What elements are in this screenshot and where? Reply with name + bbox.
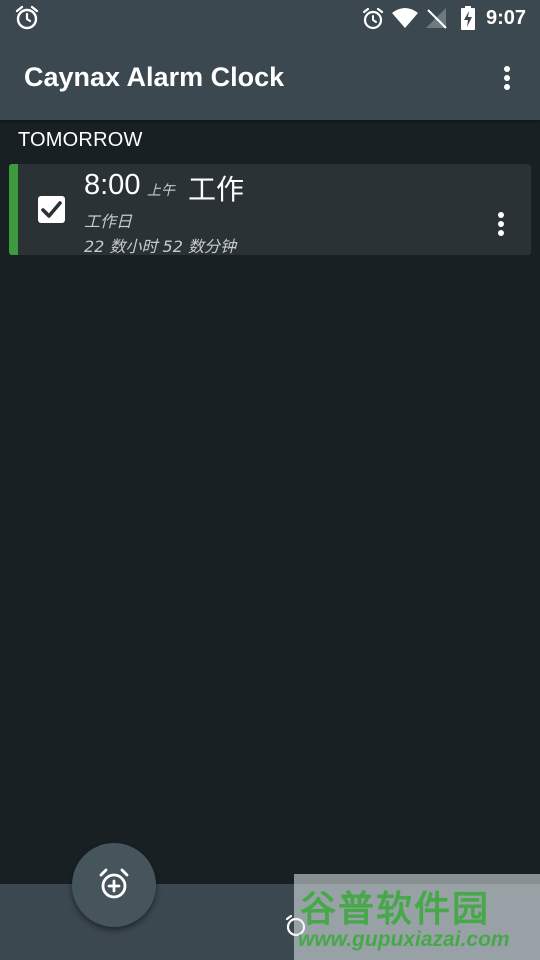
app-title: Caynax Alarm Clock [24,62,285,92]
alarm-card[interactable]: 8:00 上午 工作 工作日 22 数小时 52 数分钟 [9,164,531,256]
app-bar: Caynax Alarm Clock [0,36,540,120]
alarm-repeat-days: 工作日 [84,212,133,231]
overflow-menu-icon [504,66,510,72]
add-alarm-icon [99,868,129,899]
battery-charging-icon [460,6,476,34]
status-bar: 9:07 [0,0,540,36]
alarm-time: 8:00 [84,169,141,201]
watermark: 谷普软件园 www.gupuxiazai.com [294,874,540,960]
alarm-menu-button[interactable] [489,210,513,240]
alarm-ampm: 上午 [147,183,175,199]
no-signal-icon [426,7,448,33]
section-header: TOMORROW [18,129,143,151]
overflow-menu-icon-dot [504,84,510,90]
overflow-menu-button[interactable] [492,58,522,98]
overflow-menu-icon-dot [498,230,504,236]
alarm-enabled-indicator [9,164,18,255]
watermark-url: www.gupuxiazai.com [298,928,510,951]
overflow-menu-icon-dot [498,221,504,227]
alarm-icon [361,7,385,35]
status-time: 9:07 [486,7,527,29]
watermark-title: 谷普软件园 [300,889,491,930]
alarm-time-remaining: 22 数小时 52 数分钟 [84,237,236,256]
overflow-menu-icon [498,212,504,218]
alarm-label: 工作 [188,173,245,206]
add-alarm-button[interactable] [72,843,156,927]
alarm-icon [14,5,40,35]
check-icon [41,201,62,218]
wifi-icon [391,7,419,33]
overflow-menu-icon-dot [504,75,510,81]
alarm-enable-checkbox[interactable] [38,196,65,223]
